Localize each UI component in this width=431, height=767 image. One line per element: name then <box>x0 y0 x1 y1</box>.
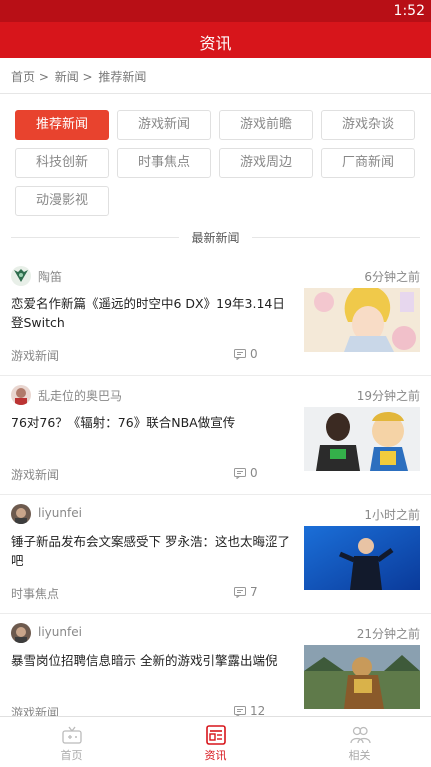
news-icon <box>206 725 226 745</box>
category-chip-game-talk[interactable]: 游戏杂谈 <box>321 110 415 140</box>
divider-right <box>252 237 420 238</box>
breadcrumb-news[interactable]: 新闻 > <box>55 70 93 84</box>
page-title: 资讯 <box>199 34 232 53</box>
comment-icon <box>234 349 246 361</box>
news-thumbnail[interactable] <box>304 288 420 352</box>
news-tag: 游戏新闻 <box>11 349 60 363</box>
news-time: 1小时之前 <box>364 508 420 522</box>
comment-icon <box>234 587 246 599</box>
news-tag: 时事焦点 <box>11 587 60 601</box>
news-headline[interactable]: 76对76？《辐射：76》联合NBA做宣传 <box>11 413 296 432</box>
tab-news[interactable]: 资讯 <box>144 717 287 767</box>
tab-related-label: 相关 <box>348 749 371 762</box>
news-author[interactable]: 乱走位的奥巴马 <box>38 387 122 404</box>
tab-news-label: 资讯 <box>204 749 227 762</box>
avatar <box>11 623 31 643</box>
tab-related[interactable]: 相关 <box>288 717 431 767</box>
news-time: 21分钟之前 <box>356 627 420 641</box>
category-chip-game-news[interactable]: 游戏新闻 <box>117 110 211 140</box>
comment-count: 7 <box>234 585 258 599</box>
category-chip-current-affairs[interactable]: 时事焦点 <box>117 148 211 178</box>
news-thumbnail[interactable] <box>304 645 420 709</box>
news-author[interactable]: liyunfei <box>38 625 82 639</box>
people-icon <box>350 726 371 744</box>
news-thumbnail[interactable] <box>304 407 420 471</box>
breadcrumb-home[interactable]: 首页 > <box>11 70 49 84</box>
news-thumbnail[interactable] <box>304 526 420 590</box>
news-author[interactable]: liyunfei <box>38 506 82 520</box>
category-chip-vendor-news[interactable]: 厂商新闻 <box>321 148 415 178</box>
breadcrumb: 首页 > 新闻 > 推荐新闻 <box>0 58 431 94</box>
bottom-tab-bar: 首页 资讯 相关 <box>0 716 431 767</box>
news-item[interactable]: 陶笛 6分钟之前 恋爱名作新篇《遥远的时空中6 DX》19年3.14日登Swit… <box>0 258 431 376</box>
news-headline[interactable]: 恋爱名作新篇《遥远的时空中6 DX》19年3.14日登Switch <box>11 294 296 332</box>
news-time: 6分钟之前 <box>364 270 420 284</box>
title-bar: 资讯 <box>0 22 431 58</box>
avatar <box>11 385 31 405</box>
news-author[interactable]: 陶笛 <box>38 268 62 285</box>
category-chip-recommended[interactable]: 推荐新闻 <box>15 110 109 140</box>
comment-count-value: 0 <box>250 347 258 361</box>
tab-home[interactable]: 首页 <box>0 717 143 767</box>
news-headline[interactable]: 暴雪岗位招聘信息暗示 全新的游戏引擎露出端倪 <box>11 651 296 670</box>
category-chip-anime-film[interactable]: 动漫影视 <box>15 186 109 216</box>
news-item[interactable]: liyunfei 1小时之前 锤子新品发布会文案感受下 罗永浩：这也太晦涩了吧 … <box>0 496 431 614</box>
category-chip-tech[interactable]: 科技创新 <box>15 148 109 178</box>
news-item[interactable]: 乱走位的奥巴马 19分钟之前 76对76？《辐射：76》联合NBA做宣传 游戏新… <box>0 377 431 495</box>
comment-count-value: 7 <box>250 585 258 599</box>
breadcrumb-current: 推荐新闻 <box>98 70 147 84</box>
home-icon <box>62 726 82 744</box>
avatar <box>11 504 31 524</box>
news-headline[interactable]: 锤子新品发布会文案感受下 罗永浩：这也太晦涩了吧 <box>11 532 296 570</box>
category-chip-game-preview[interactable]: 游戏前瞻 <box>219 110 313 140</box>
comment-count: 0 <box>234 347 258 361</box>
tab-home-label: 首页 <box>60 749 83 762</box>
comment-count-value: 0 <box>250 466 258 480</box>
comment-count: 0 <box>234 466 258 480</box>
news-time: 19分钟之前 <box>356 389 420 403</box>
category-chip-game-merch[interactable]: 游戏周边 <box>219 148 313 178</box>
status-bar: 1:52 <box>0 0 431 22</box>
section-header: 最新新闻 <box>0 227 431 247</box>
status-time: 1:52 <box>393 3 425 19</box>
comment-icon <box>234 468 246 480</box>
news-tag: 游戏新闻 <box>11 468 60 482</box>
avatar <box>11 266 31 286</box>
